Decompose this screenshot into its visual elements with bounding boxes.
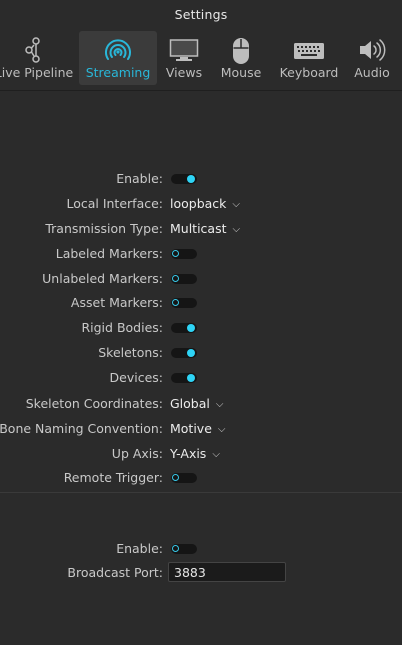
row-transmission-type: Transmission Type: Multicast ⌵ — [0, 218, 402, 240]
local-interface-dropdown[interactable]: loopback ⌵ — [170, 193, 240, 217]
field-label: Devices: — [109, 370, 163, 385]
mouse-icon — [231, 37, 251, 68]
devices-toggle[interactable] — [171, 373, 197, 383]
tab-streaming[interactable]: Streaming — [79, 31, 157, 85]
field-label: Up Axis: — [111, 446, 163, 461]
chevron-down-icon: ⌵ — [217, 424, 226, 435]
pipeline-icon — [22, 37, 46, 66]
field-label: Skeleton Coordinates: — [25, 396, 163, 411]
tab-label: Audio — [354, 65, 390, 80]
field-label: Enable: — [116, 171, 163, 186]
tab-label: Mouse — [220, 65, 262, 80]
rigid-bodies-toggle[interactable] — [171, 323, 197, 333]
tab-label: Keyboard — [279, 65, 339, 80]
unlabeled-markers-toggle[interactable] — [171, 274, 197, 284]
section-divider — [0, 492, 402, 493]
settings-tabs: Live Pipeline Streaming Views Mouse Keyb… — [0, 31, 402, 87]
speaker-icon — [357, 37, 387, 66]
chevron-down-icon: ⌵ — [212, 449, 220, 460]
field-label: Transmission Type: — [45, 221, 163, 236]
row-unlabeled-markers: Unlabeled Markers: — [0, 268, 402, 290]
field-label: Unlabeled Markers: — [42, 271, 163, 286]
row-up-axis: Up Axis: Y-Axis ⌵ — [0, 443, 402, 465]
labeled-markers-toggle[interactable] — [171, 249, 197, 259]
field-label: Enable: — [116, 541, 163, 556]
field-label: Rigid Bodies: — [81, 320, 163, 335]
enable-toggle[interactable] — [171, 174, 197, 184]
field-label: Labeled Markers: — [55, 246, 163, 261]
monitor-icon — [169, 37, 199, 66]
tab-mouse[interactable]: Mouse — [216, 31, 266, 85]
row-skeletons: Skeletons: — [0, 342, 402, 364]
row-devices: Devices: — [0, 367, 402, 389]
tab-keyboard[interactable]: Keyboard — [277, 31, 341, 85]
up-axis-dropdown[interactable]: Y-Axis ⌵ — [170, 443, 220, 467]
remote-trigger-toggle[interactable] — [171, 473, 197, 483]
tab-label: Live Pipeline — [0, 65, 74, 80]
keyboard-icon — [293, 37, 325, 64]
streaming-icon — [104, 37, 132, 66]
chevron-down-icon: ⌵ — [215, 399, 224, 410]
field-label: Bone Naming Convention: — [0, 421, 163, 436]
field-label: Asset Markers: — [70, 295, 163, 310]
chevron-down-icon: ⌵ — [232, 199, 241, 210]
asset-markers-toggle[interactable] — [171, 298, 197, 308]
row-remote-trigger: Remote Trigger: — [0, 467, 402, 489]
field-label: Skeletons: — [98, 345, 163, 360]
field-label: Remote Trigger: — [63, 470, 163, 485]
row-asset-markers: Asset Markers: — [0, 292, 402, 314]
skeletons-toggle[interactable] — [171, 348, 197, 358]
chevron-down-icon: ⌵ — [232, 224, 241, 235]
broadcast-port-input[interactable]: 3883 — [168, 562, 286, 582]
bone-naming-dropdown[interactable]: Motive ⌵ — [170, 418, 226, 442]
row-skeleton-coordinates: Skeleton Coordinates: Global ⌵ — [0, 393, 402, 415]
tab-label: Streaming — [85, 65, 151, 80]
tab-audio[interactable]: Audio — [352, 31, 392, 85]
row-broadcast-port: Broadcast Port: 3883 — [0, 562, 402, 584]
tab-views[interactable]: Views — [161, 31, 207, 85]
row-enable: Enable: — [0, 168, 402, 190]
field-label: Local Interface: — [66, 196, 163, 211]
transmission-type-dropdown[interactable]: Multicast ⌵ — [170, 218, 240, 242]
row-labeled-markers: Labeled Markers: — [0, 243, 402, 265]
row-bone-naming: Bone Naming Convention: Motive ⌵ — [0, 418, 402, 440]
skeleton-coordinates-dropdown[interactable]: Global ⌵ — [170, 393, 223, 417]
broadcast-enable-toggle[interactable] — [171, 544, 197, 554]
row-local-interface: Local Interface: loopback ⌵ — [0, 193, 402, 215]
tab-live-pipeline[interactable]: Live Pipeline — [0, 31, 74, 85]
header-divider — [0, 90, 402, 91]
row-broadcast-enable: Enable: — [0, 538, 402, 560]
field-label: Broadcast Port: — [67, 565, 163, 580]
tab-label: Views — [165, 65, 203, 80]
row-rigid-bodies: Rigid Bodies: — [0, 317, 402, 339]
window-title: Settings — [174, 7, 228, 22]
